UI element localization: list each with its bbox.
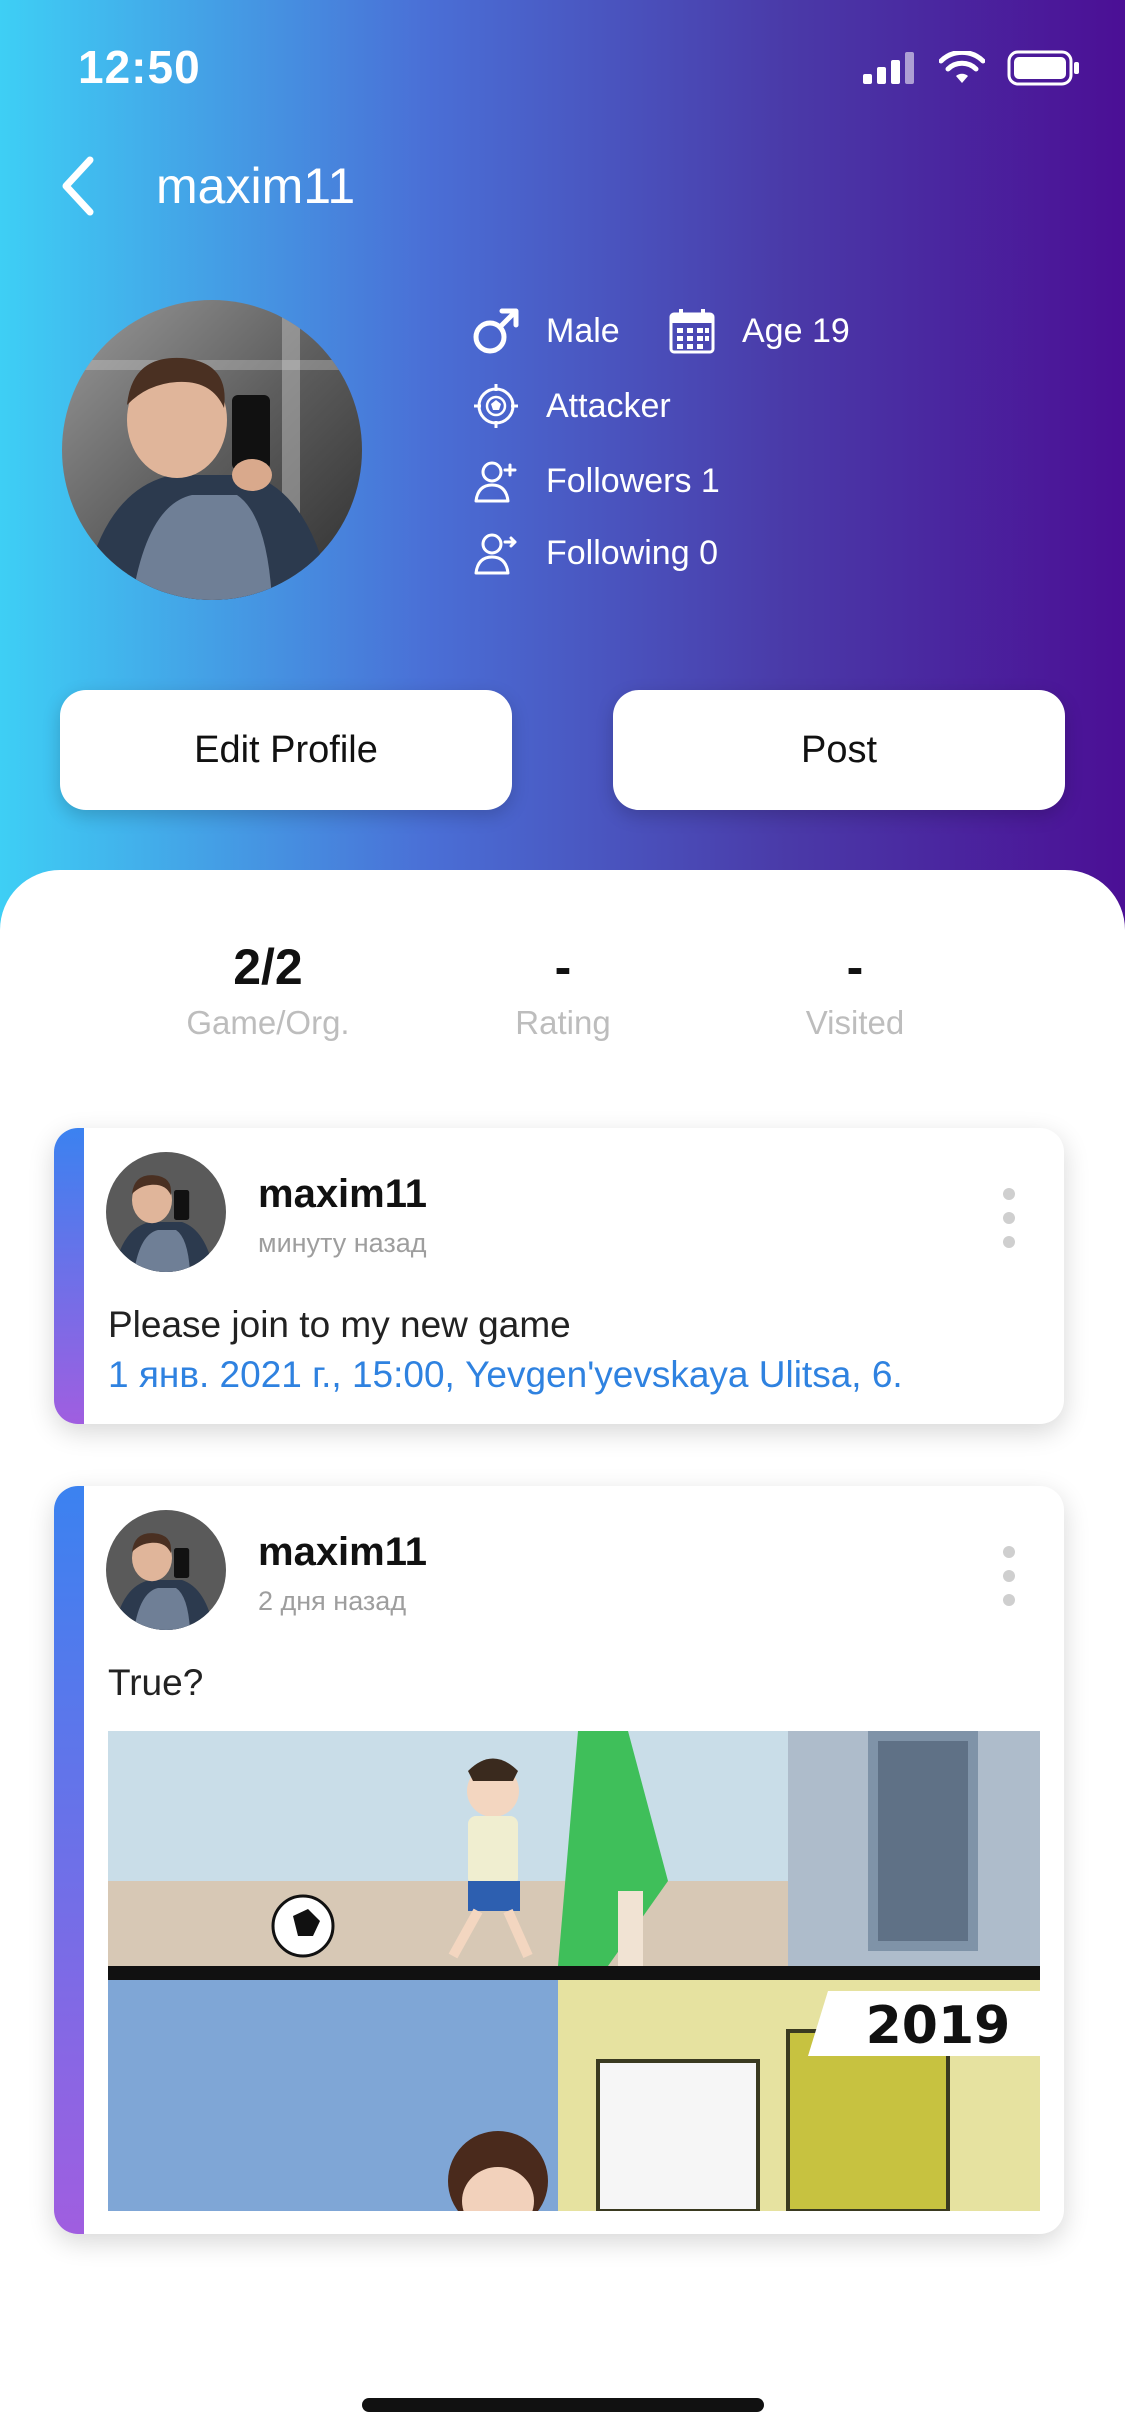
post-accent-bar — [54, 1486, 84, 2234]
age-row: Age 19 — [666, 305, 850, 357]
calendar-icon — [666, 305, 718, 357]
user-forward-icon — [470, 527, 522, 579]
following-row[interactable]: Following 0 — [470, 527, 718, 579]
age-label: Age 19 — [742, 311, 850, 350]
gender-row: Male — [470, 305, 620, 357]
post-time: минуту назад — [258, 1228, 427, 1258]
post-card[interactable]: maxim11 2 дня назад True? 2019 — [54, 1486, 1064, 2234]
edit-profile-button[interactable]: Edit Profile — [60, 690, 512, 810]
stat-games: 2/2 Game/Org. — [138, 938, 398, 1042]
gender-label: Male — [546, 311, 620, 350]
signal-icon — [863, 52, 917, 89]
home-indicator[interactable] — [362, 2398, 764, 2412]
chevron-left-icon — [58, 154, 98, 223]
stat-label: Rating — [515, 1004, 611, 1041]
wifi-icon — [938, 49, 986, 90]
stat-value: 2/2 — [233, 939, 303, 995]
position-label: Attacker — [546, 386, 671, 425]
stat-label: Visited — [805, 1004, 905, 1041]
post-author[interactable]: maxim11 — [258, 1172, 427, 1217]
soccer-target-icon — [470, 380, 522, 432]
post-text: Please join to my new game — [108, 1304, 571, 1345]
stat-rating: - Rating — [433, 938, 693, 1042]
followers-row[interactable]: Followers 1 — [470, 455, 720, 507]
avatar[interactable] — [106, 1510, 226, 1630]
status-time: 12:50 — [78, 41, 201, 93]
post-image[interactable]: 2019 — [108, 1731, 1040, 2211]
stat-label: Game/Org. — [186, 1004, 350, 1041]
game-link[interactable]: 1 янв. 2021 г., 15:00, Yevgen'yevskaya U… — [108, 1354, 903, 1396]
status-bar: 12:50 — [0, 0, 1125, 135]
stat-value: - — [846, 939, 864, 995]
post-card[interactable]: maxim11 минуту назад Please join to my n… — [54, 1128, 1064, 1424]
user-add-icon — [470, 455, 522, 507]
status-icons — [863, 49, 1081, 91]
avatar[interactable] — [106, 1152, 226, 1272]
post-text: True? — [108, 1662, 204, 1703]
stat-value: - — [554, 939, 572, 995]
post-author[interactable]: maxim11 — [258, 1530, 427, 1575]
followers-label: Followers 1 — [546, 461, 720, 500]
position-row: Attacker — [470, 380, 671, 432]
more-vertical-icon[interactable] — [994, 1188, 1024, 1248]
image-year-label: 2019 — [866, 1996, 1011, 2056]
stat-visited: - Visited — [725, 938, 985, 1042]
page-title: maxim11 — [156, 158, 356, 214]
more-vertical-icon[interactable] — [994, 1546, 1024, 1606]
back-button[interactable] — [48, 153, 108, 223]
nav-bar: maxim11 — [0, 145, 1125, 235]
post-time: 2 дня назад — [258, 1586, 407, 1616]
post-accent-bar — [54, 1128, 84, 1424]
profile-avatar[interactable] — [62, 300, 362, 600]
male-icon — [470, 305, 522, 357]
following-label: Following 0 — [546, 533, 718, 572]
battery-icon — [1007, 50, 1081, 91]
post-button[interactable]: Post — [613, 690, 1065, 810]
